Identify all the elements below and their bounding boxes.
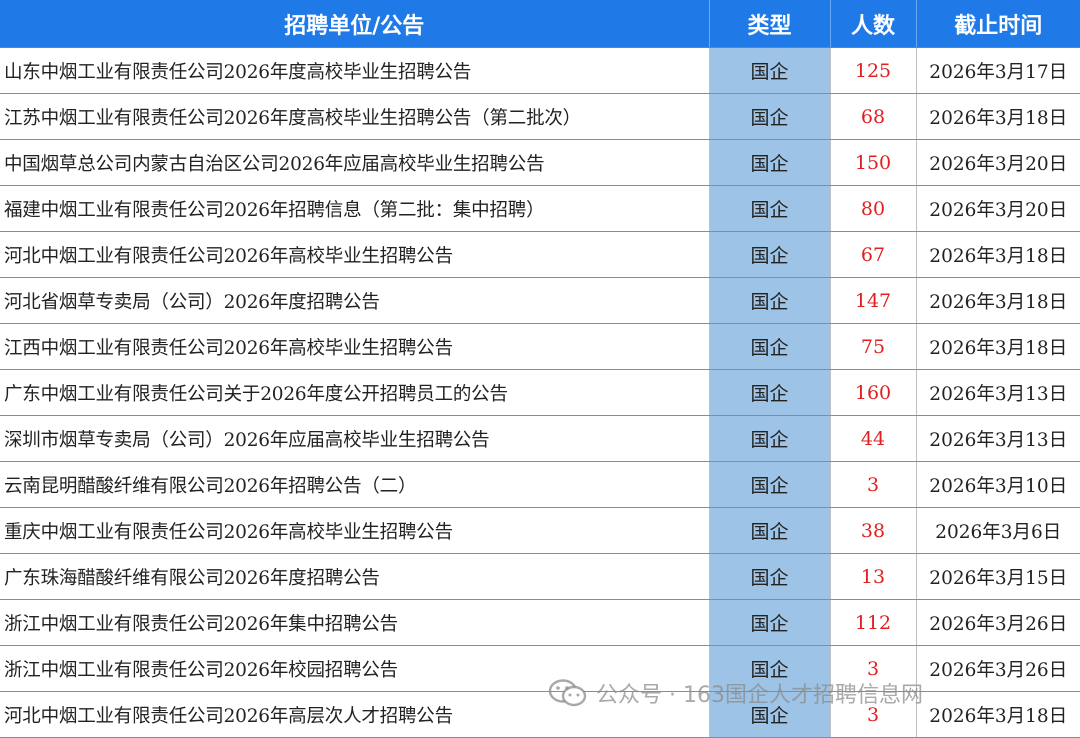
row-name-cell: 重庆中烟工业有限责任公司2026年高校毕业生招聘公告 xyxy=(0,507,710,554)
header-type: 类型 xyxy=(709,0,831,48)
row-type-cell: 国企 xyxy=(708,277,831,324)
row-deadline-cell: 2026年3月18日 xyxy=(916,691,1080,738)
row-deadline-cell: 2026年3月18日 xyxy=(916,231,1080,278)
row-deadline-cell: 2026年3月13日 xyxy=(916,415,1080,462)
row-deadline-cell: 2026年3月6日 xyxy=(916,507,1080,554)
row-name-cell: 浙江中烟工业有限责任公司2026年校园招聘公告 xyxy=(0,645,710,692)
row-name-cell: 河北中烟工业有限责任公司2026年高校毕业生招聘公告 xyxy=(0,231,710,278)
row-type-cell: 国企 xyxy=(708,231,831,278)
row-name-cell: 广东中烟工业有限责任公司关于2026年度公开招聘员工的公告 xyxy=(0,369,710,416)
row-name-cell: 深圳市烟草专卖局（公司）2026年应届高校毕业生招聘公告 xyxy=(0,415,710,462)
row-name-cell: 福建中烟工业有限责任公司2026年招聘信息（第二批：集中招聘） xyxy=(0,185,710,232)
row-count-cell: 160 xyxy=(830,369,917,416)
row-type-cell: 国企 xyxy=(708,139,831,186)
row-type-cell: 国企 xyxy=(708,599,831,646)
row-name-cell: 河北省烟草专卖局（公司）2026年度招聘公告 xyxy=(0,277,710,324)
row-type-cell: 国企 xyxy=(708,691,831,738)
row-count-cell: 38 xyxy=(830,507,917,554)
row-type-cell: 国企 xyxy=(708,645,831,692)
row-count-cell: 80 xyxy=(830,185,917,232)
table-row: 云南昆明醋酸纤维有限公司2026年招聘公告（二） 国企 3 2026年3月10日 xyxy=(0,461,1080,508)
row-deadline-cell: 2026年3月18日 xyxy=(916,323,1080,370)
row-type-cell: 国企 xyxy=(708,461,831,508)
row-type-cell: 国企 xyxy=(708,185,831,232)
recruitment-table-page: 招聘单位/公告 类型 人数 截止时间 山东中烟工业有限责任公司2026年度高校毕… xyxy=(0,0,1080,738)
table-row: 江苏中烟工业有限责任公司2026年度高校毕业生招聘公告（第二批次） 国企 68 202… xyxy=(0,93,1080,140)
row-count-cell: 3 xyxy=(830,691,917,738)
table-row: 山东中烟工业有限责任公司2026年度高校毕业生招聘公告 国企 125 2026年3月1… xyxy=(0,47,1080,94)
row-deadline-cell: 2026年3月20日 xyxy=(916,139,1080,186)
row-name-cell: 广东珠海醋酸纤维有限公司2026年度招聘公告 xyxy=(0,553,710,600)
row-name-cell: 江苏中烟工业有限责任公司2026年度高校毕业生招聘公告（第二批次） xyxy=(0,93,710,140)
row-deadline-cell: 2026年3月26日 xyxy=(916,645,1080,692)
table-header-row: 招聘单位/公告 类型 人数 截止时间 xyxy=(0,0,1080,48)
row-name-cell: 河北中烟工业有限责任公司2026年高层次人才招聘公告 xyxy=(0,691,710,738)
row-count-cell: 147 xyxy=(830,277,917,324)
header-count: 人数 xyxy=(830,0,917,48)
row-deadline-cell: 2026年3月10日 xyxy=(916,461,1080,508)
row-count-cell: 67 xyxy=(830,231,917,278)
row-count-cell: 112 xyxy=(830,599,917,646)
row-count-cell: 13 xyxy=(830,553,917,600)
header-deadline: 截止时间 xyxy=(916,0,1080,48)
table-row: 河北中烟工业有限责任公司2026年高层次人才招聘公告 国企 3 2026年3月18日 xyxy=(0,691,1080,738)
row-name-cell: 中国烟草总公司内蒙古自治区公司2026年应届高校毕业生招聘公告 xyxy=(0,139,710,186)
row-count-cell: 3 xyxy=(830,461,917,508)
table-row: 广东中烟工业有限责任公司关于2026年度公开招聘员工的公告 国企 160 2026年3… xyxy=(0,369,1080,416)
header-name: 招聘单位/公告 xyxy=(0,0,710,48)
row-deadline-cell: 2026年3月18日 xyxy=(916,93,1080,140)
table-row: 广东珠海醋酸纤维有限公司2026年度招聘公告 国企 13 2026年3月15日 xyxy=(0,553,1080,600)
row-deadline-cell: 2026年3月26日 xyxy=(916,599,1080,646)
row-name-cell: 山东中烟工业有限责任公司2026年度高校毕业生招聘公告 xyxy=(0,47,710,94)
row-deadline-cell: 2026年3月18日 xyxy=(916,277,1080,324)
row-deadline-cell: 2026年3月13日 xyxy=(916,369,1080,416)
row-type-cell: 国企 xyxy=(708,415,831,462)
row-type-cell: 国企 xyxy=(708,553,831,600)
table-row: 河北省烟草专卖局（公司）2026年度招聘公告 国企 147 2026年3月18日 xyxy=(0,277,1080,324)
table-row: 浙江中烟工业有限责任公司2026年集中招聘公告 国企 112 2026年3月26日 xyxy=(0,599,1080,646)
row-deadline-cell: 2026年3月17日 xyxy=(916,47,1080,94)
table-row: 河北中烟工业有限责任公司2026年高校毕业生招聘公告 国企 67 2026年3月18日 xyxy=(0,231,1080,278)
row-type-cell: 国企 xyxy=(708,93,831,140)
table-body: 山东中烟工业有限责任公司2026年度高校毕业生招聘公告 国企 125 2026年3月1… xyxy=(0,47,1080,738)
row-type-cell: 国企 xyxy=(708,369,831,416)
table-row: 中国烟草总公司内蒙古自治区公司2026年应届高校毕业生招聘公告 国企 150 2026… xyxy=(0,139,1080,186)
row-count-cell: 44 xyxy=(830,415,917,462)
row-type-cell: 国企 xyxy=(708,47,831,94)
table-row: 浙江中烟工业有限责任公司2026年校园招聘公告 国企 3 2026年3月26日 xyxy=(0,645,1080,692)
row-type-cell: 国企 xyxy=(708,323,831,370)
row-count-cell: 3 xyxy=(830,645,917,692)
recruitment-table: 招聘单位/公告 类型 人数 截止时间 山东中烟工业有限责任公司2026年度高校毕… xyxy=(0,0,1080,738)
row-name-cell: 浙江中烟工业有限责任公司2026年集中招聘公告 xyxy=(0,599,710,646)
row-count-cell: 125 xyxy=(830,47,917,94)
row-type-cell: 国企 xyxy=(708,507,831,554)
table-row: 江西中烟工业有限责任公司2026年高校毕业生招聘公告 国企 75 2026年3月18日 xyxy=(0,323,1080,370)
row-count-cell: 75 xyxy=(830,323,917,370)
row-deadline-cell: 2026年3月15日 xyxy=(916,553,1080,600)
row-name-cell: 云南昆明醋酸纤维有限公司2026年招聘公告（二） xyxy=(0,461,710,508)
row-name-cell: 江西中烟工业有限责任公司2026年高校毕业生招聘公告 xyxy=(0,323,710,370)
row-count-cell: 68 xyxy=(830,93,917,140)
row-count-cell: 150 xyxy=(830,139,917,186)
table-row: 重庆中烟工业有限责任公司2026年高校毕业生招聘公告 国企 38 2026年3月6日 xyxy=(0,507,1080,554)
table-row: 深圳市烟草专卖局（公司）2026年应届高校毕业生招聘公告 国企 44 2026年3月1… xyxy=(0,415,1080,462)
row-deadline-cell: 2026年3月20日 xyxy=(916,185,1080,232)
table-row: 福建中烟工业有限责任公司2026年招聘信息（第二批：集中招聘） 国企 80 2026年… xyxy=(0,185,1080,232)
